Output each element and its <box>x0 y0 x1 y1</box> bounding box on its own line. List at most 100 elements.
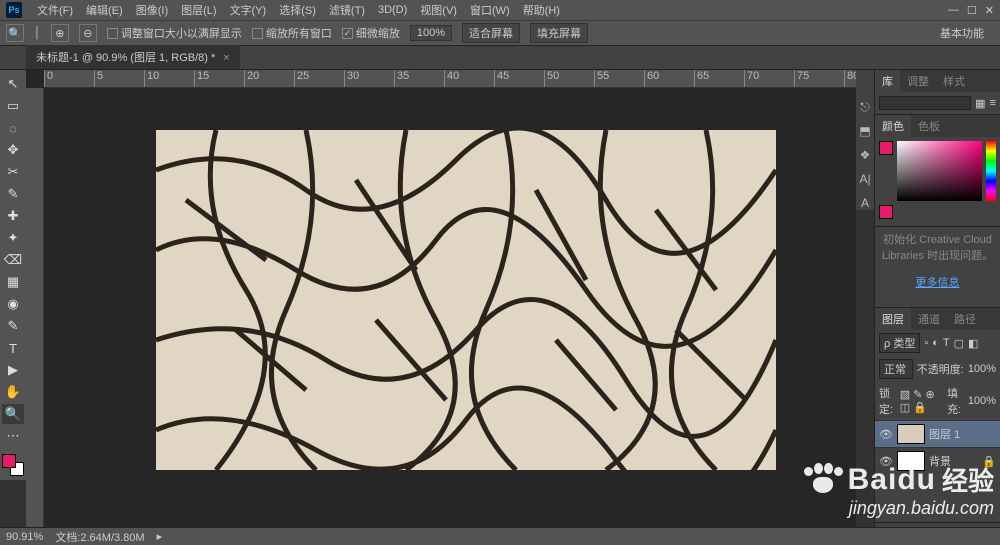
fill-label: 填充: <box>947 385 964 417</box>
history-icon[interactable]: ⎋ <box>858 100 872 114</box>
lasso-tool[interactable]: ◌ <box>2 118 24 138</box>
fg-swatch[interactable] <box>879 141 893 155</box>
bg-swatch[interactable] <box>879 205 893 219</box>
marquee-tool[interactable]: ▭ <box>2 96 24 116</box>
ruler-mark: 15 <box>194 70 244 87</box>
foreground-color[interactable] <box>2 454 16 468</box>
hand-tool[interactable]: ✋ <box>2 382 24 402</box>
tab-color[interactable]: 颜色 <box>875 115 911 137</box>
tab-swatches[interactable]: 色板 <box>911 115 947 137</box>
ruler-mark: 30 <box>344 70 394 87</box>
type-tool[interactable]: T <box>2 338 24 358</box>
close-icon[interactable]: ✕ <box>985 4 994 17</box>
ruler-vertical[interactable] <box>26 88 44 527</box>
healing-tool[interactable]: ✚ <box>2 206 24 226</box>
menu-edit[interactable]: 编辑(E) <box>80 0 129 20</box>
zoom-out-icon[interactable]: ⊖ <box>79 24 97 42</box>
layer-thumbnail[interactable] <box>897 424 925 444</box>
layers-panel: 图层 通道 路径 ρ 类型 ▫◐T▢◧ 正常 不透明度:100% 锁定: ▧ ✎… <box>875 308 1000 545</box>
paragraph-icon[interactable]: A <box>858 196 872 210</box>
status-chevron-icon[interactable]: ▸ <box>157 530 163 543</box>
document-tab[interactable]: 未标题-1 @ 90.9% (图层 1, RGB/8) *× <box>26 44 240 69</box>
layer-row[interactable]: 👁 背景 🔒 <box>875 447 1000 474</box>
menu-window[interactable]: 窗口(W) <box>464 0 516 20</box>
grid-view-icon[interactable]: ▦ <box>975 97 985 110</box>
visibility-icon[interactable]: 👁 <box>879 455 893 468</box>
quick-select-tool[interactable]: ✥ <box>2 140 24 160</box>
resize-window-checkbox[interactable]: 调整窗口大小以满屏显示 <box>107 25 242 41</box>
edit-toolbar[interactable]: ⋯ <box>2 426 24 446</box>
adjustments-icon[interactable]: ❖ <box>858 148 872 162</box>
zoom-all-checkbox[interactable]: 缩放所有窗口 <box>252 25 332 41</box>
filter-icon[interactable]: ▫ <box>924 337 928 349</box>
zoom-tool-icon[interactable]: 🔍 <box>6 24 24 42</box>
tab-paths[interactable]: 路径 <box>947 308 983 330</box>
fill-value[interactable]: 100% <box>968 395 996 407</box>
menu-type[interactable]: 文字(Y) <box>224 0 273 20</box>
color-swatches[interactable] <box>2 454 24 476</box>
filter-icon[interactable]: ◐ <box>932 337 939 349</box>
ruler-mark: 70 <box>744 70 794 87</box>
tab-search[interactable]: 库 <box>875 70 900 92</box>
visibility-icon[interactable]: 👁 <box>879 428 893 441</box>
ruler-mark: 65 <box>694 70 744 87</box>
workspace-switcher[interactable]: 基本功能 <box>930 22 994 44</box>
layer-name[interactable]: 背景 <box>929 453 951 469</box>
layer-name[interactable]: 图层 1 <box>929 426 960 442</box>
menu-view[interactable]: 视图(V) <box>414 0 463 20</box>
more-info-link[interactable]: 更多信息 <box>916 277 960 289</box>
lock-icon: 🔒 <box>982 455 996 468</box>
crop-tool[interactable]: ✂ <box>2 162 24 182</box>
eyedropper-tool[interactable]: ✎ <box>2 184 24 204</box>
tab-layers[interactable]: 图层 <box>875 308 911 330</box>
filter-icon[interactable]: ◧ <box>968 337 978 350</box>
tab-style[interactable]: 样式 <box>936 70 972 92</box>
app-icon: Ps <box>6 2 22 18</box>
stamp-tool[interactable]: ⌫ <box>2 250 24 270</box>
lock-icons[interactable]: ▧ ✎ ⊕ ◫ 🔒 <box>900 388 943 414</box>
path-tool[interactable]: ▶ <box>2 360 24 380</box>
layer-row[interactable]: 👁 图层 1 <box>875 420 1000 447</box>
layer-thumbnail[interactable] <box>897 451 925 471</box>
fill-screen-button[interactable]: 填充屏幕 <box>530 23 588 43</box>
move-tool[interactable]: ↖ <box>2 74 24 94</box>
opacity-value[interactable]: 100% <box>968 363 996 375</box>
ruler-mark: 55 <box>594 70 644 87</box>
menu-select[interactable]: 选择(S) <box>273 0 322 20</box>
ruler-horizontal[interactable]: 05101520253035404550556065707580 <box>44 70 856 88</box>
filter-icon[interactable]: ▢ <box>954 337 964 350</box>
minimize-icon[interactable]: — <box>948 4 959 17</box>
character-icon[interactable]: A| <box>858 172 872 186</box>
close-tab-icon[interactable]: × <box>223 52 229 64</box>
menu-3d[interactable]: 3D(D) <box>372 2 413 18</box>
tab-adjust[interactable]: 调整 <box>900 70 936 92</box>
zoom-100-button[interactable]: 100% <box>410 25 452 41</box>
canvas-image[interactable] <box>156 130 776 470</box>
properties-icon[interactable]: ⬒ <box>858 124 872 138</box>
eraser-tool[interactable]: ▦ <box>2 272 24 292</box>
pen-tool[interactable]: ✎ <box>2 316 24 336</box>
zoom-in-icon[interactable]: ⊕ <box>51 24 69 42</box>
menu-image[interactable]: 图像(I) <box>130 0 174 20</box>
search-input[interactable] <box>879 96 971 110</box>
blend-mode-select[interactable]: 正常 <box>879 359 913 379</box>
scrubby-zoom-checkbox[interactable]: ✓细微缩放 <box>342 25 400 41</box>
list-view-icon[interactable]: ≡ <box>990 97 996 109</box>
filter-icon[interactable]: T <box>943 337 950 349</box>
gradient-tool[interactable]: ◉ <box>2 294 24 314</box>
maximize-icon[interactable]: ☐ <box>967 4 977 17</box>
brush-tool[interactable]: ✦ <box>2 228 24 248</box>
hue-slider[interactable] <box>986 141 996 201</box>
fit-screen-button[interactable]: 适合屏幕 <box>462 23 520 43</box>
tab-channels[interactable]: 通道 <box>911 308 947 330</box>
menu-filter[interactable]: 滤镜(T) <box>323 0 371 20</box>
status-doc-size[interactable]: 文档:2.64M/3.80M <box>55 529 144 545</box>
ruler-mark: 40 <box>444 70 494 87</box>
zoom-tool[interactable]: 🔍 <box>2 404 24 424</box>
layer-filter-kind[interactable]: ρ 类型 <box>879 333 920 353</box>
color-field[interactable] <box>897 141 982 201</box>
status-zoom[interactable]: 90.91% <box>6 531 43 543</box>
menu-layer[interactable]: 图层(L) <box>175 0 222 20</box>
menu-help[interactable]: 帮助(H) <box>517 0 566 20</box>
menu-file[interactable]: 文件(F) <box>31 0 79 20</box>
